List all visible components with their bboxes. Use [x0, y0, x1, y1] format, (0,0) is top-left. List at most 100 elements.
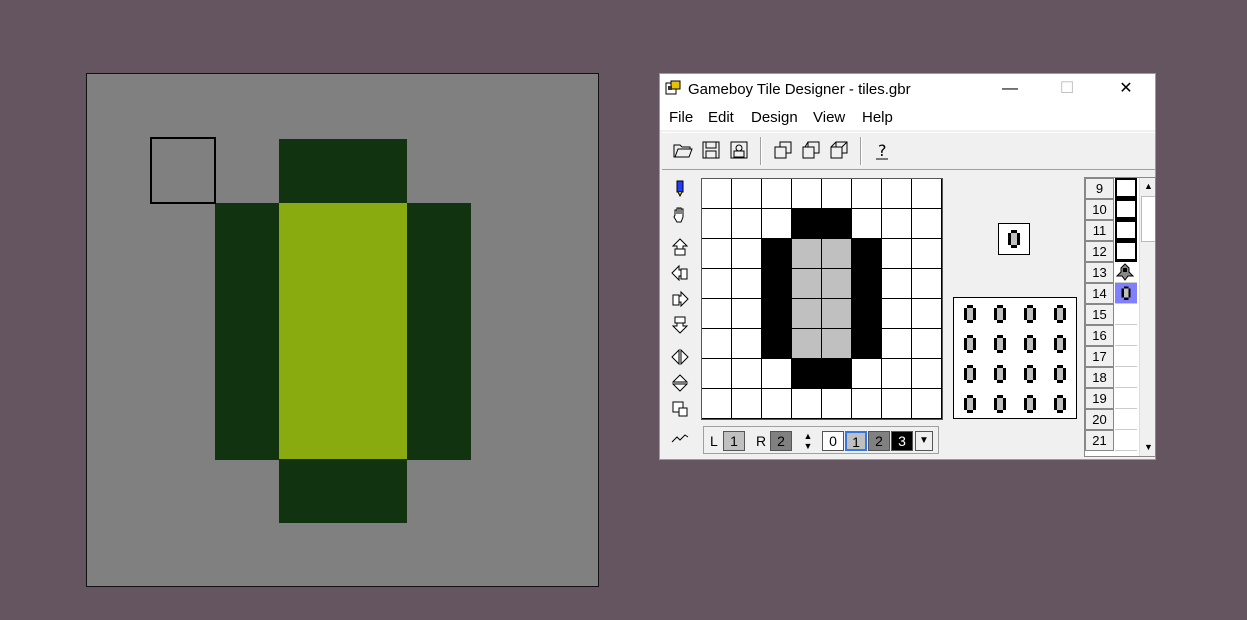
grid-cell[interactable]	[912, 239, 941, 268]
tile-thumbnail[interactable]	[1115, 283, 1137, 304]
flip-vertical-icon[interactable]	[666, 371, 694, 395]
tile-list-row[interactable]: 17	[1085, 346, 1139, 367]
help-icon[interactable]: ?	[872, 139, 894, 161]
grid-cell[interactable]	[822, 389, 851, 418]
grid-cell[interactable]	[762, 239, 791, 268]
grid-cell[interactable]	[732, 359, 761, 388]
tile-list-row[interactable]: 15	[1085, 304, 1139, 325]
grid-cell[interactable]	[702, 209, 731, 238]
grid-cell[interactable]	[822, 299, 851, 328]
grid-cell[interactable]	[822, 359, 851, 388]
tile-thumbnail[interactable]	[1115, 262, 1137, 283]
pen-icon[interactable]	[666, 177, 694, 201]
palette-dropdown-button[interactable]: ▼	[915, 431, 933, 451]
grid-cell[interactable]	[792, 359, 821, 388]
scroll-up-button[interactable]: ▲	[1140, 178, 1155, 195]
tile-list-row[interactable]: 13	[1085, 262, 1139, 283]
grid-cell[interactable]	[912, 269, 941, 298]
grid-cell[interactable]	[852, 359, 881, 388]
palette-color-0[interactable]: 0	[822, 431, 844, 451]
grid-cell[interactable]	[882, 209, 911, 238]
grid-cell[interactable]	[702, 269, 731, 298]
grid-cell[interactable]	[762, 299, 791, 328]
grid-cell[interactable]	[792, 179, 821, 208]
tile-list-row[interactable]: 20	[1085, 409, 1139, 430]
grid-cell[interactable]	[852, 389, 881, 418]
scroll-down-button[interactable]: ▼	[1140, 439, 1155, 456]
tile-list-row[interactable]: 21	[1085, 430, 1139, 451]
flip-horizontal-icon[interactable]	[666, 345, 694, 369]
menu-help[interactable]: Help	[862, 109, 893, 126]
grid-cell[interactable]	[732, 269, 761, 298]
tile-thumbnail[interactable]	[1115, 430, 1137, 451]
grid-cell[interactable]	[732, 299, 761, 328]
shift-down-icon[interactable]	[666, 313, 694, 337]
tile-thumbnail[interactable]	[1115, 346, 1137, 367]
palette-color-3[interactable]: 3	[891, 431, 913, 451]
grid-cell[interactable]	[822, 239, 851, 268]
tile-list-row[interactable]: 19	[1085, 388, 1139, 409]
tile-thumbnail[interactable]	[1115, 241, 1137, 262]
tile-thumbnail[interactable]	[1115, 367, 1137, 388]
grid-cell[interactable]	[762, 329, 791, 358]
minimize-button[interactable]: —	[987, 74, 1033, 104]
grid-cell[interactable]	[822, 269, 851, 298]
grid-cell[interactable]	[792, 329, 821, 358]
maximize-button[interactable]: ☐	[1044, 74, 1090, 104]
grid-cell[interactable]	[732, 239, 761, 268]
grid-cell[interactable]	[822, 209, 851, 238]
menu-design[interactable]: Design	[751, 109, 798, 126]
grid-cell[interactable]	[762, 359, 791, 388]
grid-cell[interactable]	[882, 239, 911, 268]
grid-cell[interactable]	[702, 179, 731, 208]
tile-thumbnail[interactable]	[1115, 178, 1137, 199]
grid-cell[interactable]	[852, 299, 881, 328]
tile-list-scrollbar[interactable]: ▲ ▼	[1139, 178, 1155, 456]
grid-cell[interactable]	[702, 239, 731, 268]
tile-thumbnail[interactable]	[1115, 199, 1137, 220]
grid-cell[interactable]	[792, 209, 821, 238]
hand-icon[interactable]	[666, 203, 694, 227]
menu-edit[interactable]: Edit	[708, 109, 734, 126]
grid-cell[interactable]	[732, 179, 761, 208]
grid-cell[interactable]	[762, 269, 791, 298]
tile-edit-grid[interactable]	[701, 178, 943, 420]
paste-icon[interactable]	[800, 139, 822, 161]
grid-cell[interactable]	[852, 239, 881, 268]
left-color-swatch[interactable]: 1	[723, 431, 745, 451]
right-color-swatch[interactable]: 2	[770, 431, 792, 451]
save-icon[interactable]	[700, 139, 722, 161]
grid-cell[interactable]	[882, 389, 911, 418]
tile-list-row[interactable]: 12	[1085, 241, 1139, 262]
grid-cell[interactable]	[702, 329, 731, 358]
shift-right-icon[interactable]	[666, 287, 694, 311]
tile-thumbnail[interactable]	[1115, 388, 1137, 409]
tile-list-row[interactable]: 10	[1085, 199, 1139, 220]
grid-cell[interactable]	[702, 299, 731, 328]
grid-cell[interactable]	[882, 359, 911, 388]
tile-thumbnail[interactable]	[1115, 220, 1137, 241]
hint-icon[interactable]	[666, 427, 694, 451]
grid-cell[interactable]	[822, 329, 851, 358]
grid-cell[interactable]	[822, 179, 851, 208]
grid-cell[interactable]	[762, 389, 791, 418]
grid-cell[interactable]	[792, 239, 821, 268]
grid-cell[interactable]	[702, 359, 731, 388]
grid-cell[interactable]	[732, 389, 761, 418]
grid-cell[interactable]	[852, 209, 881, 238]
grid-cell[interactable]	[912, 329, 941, 358]
rotate-icon[interactable]	[666, 397, 694, 421]
tile-list-row[interactable]: 14	[1085, 283, 1139, 304]
menu-file[interactable]: File	[669, 109, 693, 126]
grid-cell[interactable]	[882, 179, 911, 208]
grid-cell[interactable]	[912, 179, 941, 208]
grid-cell[interactable]	[792, 389, 821, 418]
open-icon[interactable]	[672, 139, 694, 161]
tile-thumbnail[interactable]	[1115, 325, 1137, 346]
tile-list-row[interactable]: 9	[1085, 178, 1139, 199]
grid-cell[interactable]	[912, 359, 941, 388]
title-bar[interactable]: Gameboy Tile Designer - tiles.gbr — ☐ ✕	[660, 74, 1155, 104]
grid-cell[interactable]	[792, 269, 821, 298]
tile-thumbnail[interactable]	[1115, 304, 1137, 325]
grid-cell[interactable]	[882, 269, 911, 298]
